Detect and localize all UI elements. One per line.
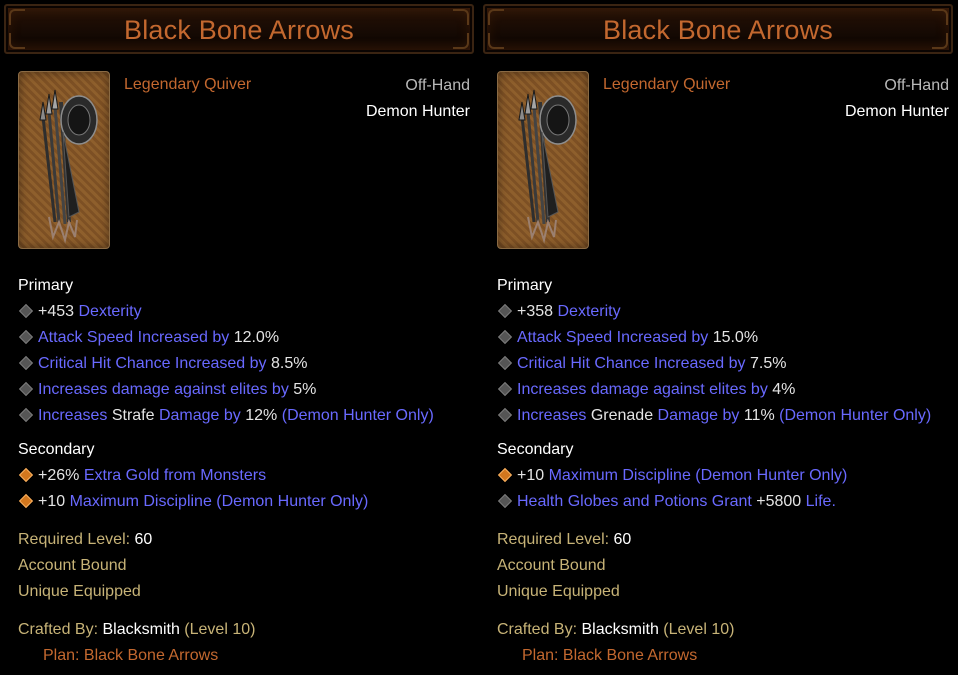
item-tooltip-right: Black Bone Arrows Legendary Quiver Off-H…: [479, 0, 958, 675]
primary-affix: Increases Grenade Damage by 11% (Demon H…: [497, 407, 931, 425]
quiver-icon: [497, 71, 589, 249]
primary-heading: Primary: [18, 277, 74, 294]
crafted-by: Crafted By: Blacksmith (Level 10): [18, 621, 256, 638]
secondary-affix: +26% Extra Gold from Monsters: [18, 467, 266, 485]
required-level: Required Level: 60: [497, 531, 632, 548]
diamond-bullet-icon: [18, 408, 34, 423]
item-slot: Off-Hand: [884, 77, 949, 94]
item-class: Demon Hunter: [365, 103, 470, 120]
secondary-heading: Secondary: [18, 441, 95, 458]
diamond-bullet-icon: [18, 382, 34, 397]
diamond-bullet-icon: [497, 356, 513, 371]
diamond-bullet-icon: [18, 494, 34, 509]
diamond-bullet-icon: [18, 330, 34, 345]
item-class: Demon Hunter: [844, 103, 949, 120]
diamond-bullet-icon: [497, 304, 513, 319]
primary-heading: Primary: [497, 277, 553, 294]
tooltip-header: Black Bone Arrows: [4, 4, 474, 54]
item-type: Legendary Quiver: [603, 76, 731, 93]
secondary-affix: +10 Maximum Discipline (Demon Hunter Onl…: [497, 467, 847, 485]
diamond-bullet-icon: [497, 382, 513, 397]
primary-affix: Increases Strafe Damage by 12% (Demon Hu…: [18, 407, 434, 425]
primary-affix: +358 Dexterity: [497, 303, 621, 321]
plan-link[interactable]: Plan: Black Bone Arrows: [43, 647, 218, 665]
primary-affix: Critical Hit Chance Increased by 7.5%: [497, 355, 786, 373]
plan-link[interactable]: Plan: Black Bone Arrows: [522, 647, 697, 665]
account-bound: Account Bound: [18, 557, 127, 574]
crafted-by: Crafted By: Blacksmith (Level 10): [497, 621, 735, 638]
diamond-bullet-icon: [18, 356, 34, 371]
primary-affix: Attack Speed Increased by 15.0%: [497, 329, 758, 347]
item-tooltip-left: Black Bone Arrows Legendary Quiver Off-H…: [0, 0, 479, 675]
unique-equipped: Unique Equipped: [18, 583, 141, 600]
primary-affix: Increases damage against elites by 4%: [497, 381, 795, 399]
tooltip-header: Black Bone Arrows: [483, 4, 953, 54]
item-slot: Off-Hand: [405, 77, 470, 94]
primary-affix: Attack Speed Increased by 12.0%: [18, 329, 279, 347]
primary-affix: Critical Hit Chance Increased by 8.5%: [18, 355, 307, 373]
primary-affix: +453 Dexterity: [18, 303, 142, 321]
unique-equipped: Unique Equipped: [497, 583, 620, 600]
secondary-affix: Health Globes and Potions Grant +5800 Li…: [497, 493, 836, 511]
diamond-bullet-icon: [497, 330, 513, 345]
diamond-bullet-icon: [497, 494, 513, 509]
diamond-bullet-icon: [18, 304, 34, 319]
required-level: Required Level: 60: [18, 531, 153, 548]
item-title: Black Bone Arrows: [124, 15, 354, 45]
account-bound: Account Bound: [497, 557, 606, 574]
primary-affix: Increases damage against elites by 5%: [18, 381, 316, 399]
diamond-bullet-icon: [18, 468, 34, 483]
diamond-bullet-icon: [497, 408, 513, 423]
item-type: Legendary Quiver: [124, 76, 252, 93]
secondary-heading: Secondary: [497, 441, 574, 458]
quiver-icon: [18, 71, 110, 249]
diamond-bullet-icon: [497, 468, 513, 483]
secondary-affix: +10 Maximum Discipline (Demon Hunter Onl…: [18, 493, 368, 511]
item-title: Black Bone Arrows: [603, 15, 833, 45]
